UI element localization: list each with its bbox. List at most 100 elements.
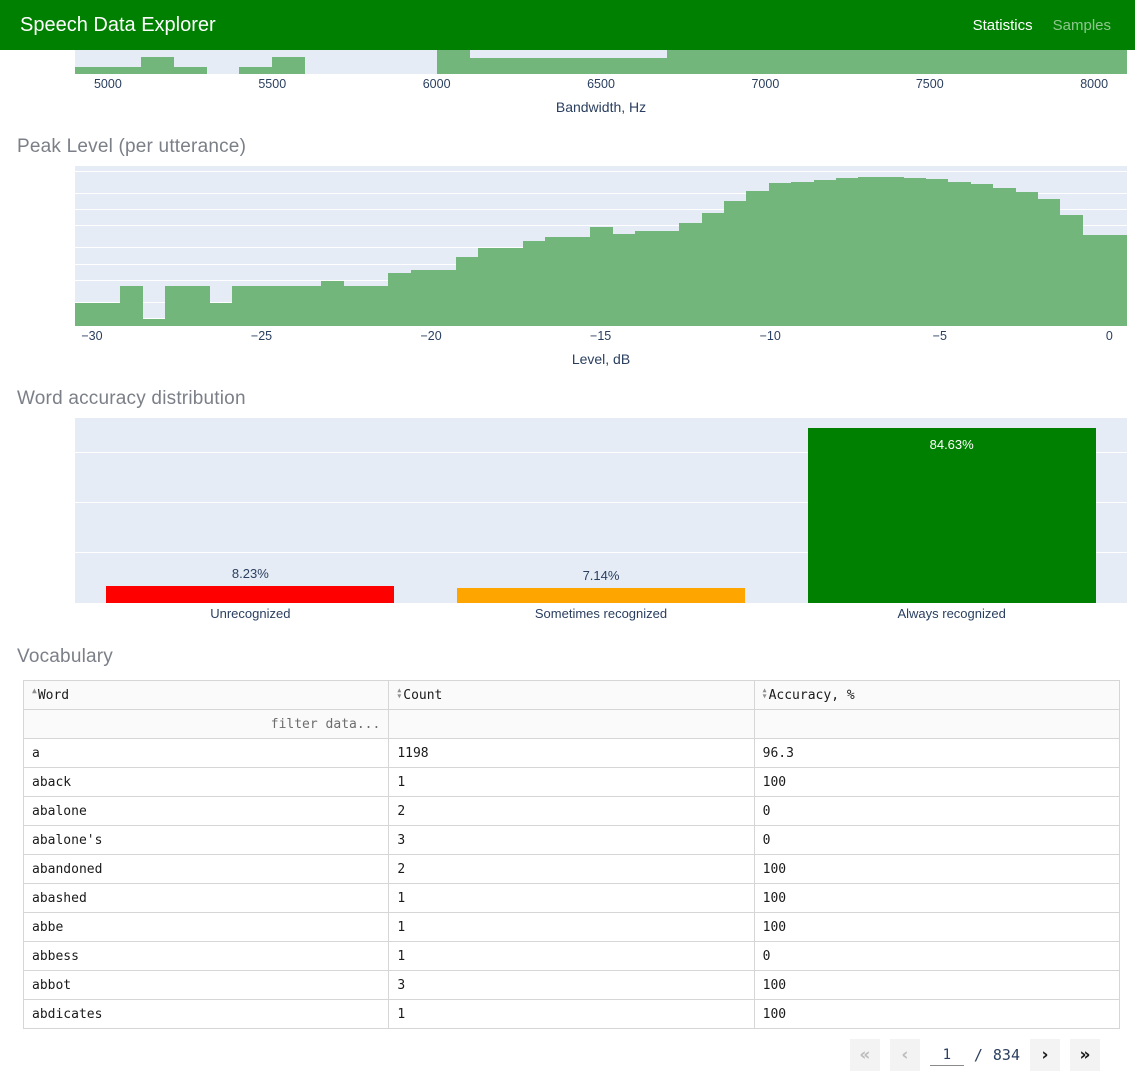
histogram-bar <box>365 286 389 326</box>
count-cell[interactable]: 1 <box>388 912 755 942</box>
word-cell[interactable]: abbess <box>22 941 390 971</box>
histogram-bar <box>612 234 636 326</box>
histogram-bar <box>701 213 725 326</box>
accuracy-cell[interactable]: 100 <box>753 767 1121 797</box>
histogram-bar <box>634 230 658 326</box>
histogram-bar <box>589 227 613 326</box>
histogram-bar <box>1059 215 1083 326</box>
count-cell[interactable]: 1 <box>388 941 755 971</box>
x-tick-label: 5500 <box>258 77 287 91</box>
histogram-bar <box>142 318 166 326</box>
app-title: Speech Data Explorer <box>20 13 216 36</box>
x-tick-label: −10 <box>759 329 781 343</box>
x-tick-label: 7500 <box>915 77 944 91</box>
column-header-count[interactable]: ▲ ▼ Count <box>388 680 755 710</box>
word-cell[interactable]: abbot <box>22 970 390 1000</box>
histogram-bar <box>186 286 210 326</box>
accuracy-cell[interactable]: 100 <box>753 999 1121 1029</box>
next-page-button[interactable]: › <box>1030 1039 1060 1071</box>
bandwidth-histogram-plot[interactable]: 1 <box>75 50 1127 74</box>
vocabulary-section-title: Vocabulary <box>17 646 114 667</box>
category-tick-label: Sometimes recognized <box>534 606 668 621</box>
category-tick-label: Always recognized <box>897 606 1006 621</box>
x-tick-label: −30 <box>81 329 103 343</box>
table-header-row: ▲Word ▲ ▼ Count ▲ ▼ Accuracy, % <box>22 680 1121 710</box>
count-cell[interactable]: 1198 <box>388 738 755 768</box>
bar-percentage-label: 84.63% <box>929 437 974 452</box>
histogram-bar <box>1037 198 1061 326</box>
histogram-bar <box>75 302 98 326</box>
histogram-bar <box>791 181 815 326</box>
accuracy-cell[interactable]: 100 <box>753 970 1121 1000</box>
sort-ascending-icon[interactable]: ▲ <box>32 686 37 695</box>
histogram-bar <box>522 241 546 326</box>
accuracy-bar-always-recognized <box>807 428 1096 603</box>
count-cell[interactable]: 2 <box>388 854 755 884</box>
histogram-bar <box>343 286 367 326</box>
histogram-bar <box>140 57 174 74</box>
accuracy-cell[interactable]: 100 <box>753 854 1121 884</box>
total-pages-label: 834 <box>992 1046 1020 1064</box>
word-cell[interactable]: abbe <box>22 912 390 942</box>
histogram-bar <box>903 178 927 326</box>
first-page-button[interactable]: « <box>849 1039 880 1071</box>
column-header-accuracy[interactable]: ▲ ▼ Accuracy, % <box>753 680 1121 710</box>
word-cell[interactable]: abalone's <box>22 825 390 855</box>
histogram-bar <box>768 183 792 326</box>
count-filter-input[interactable] <box>388 709 755 739</box>
accuracy-cell[interactable]: 0 <box>753 825 1121 855</box>
last-page-button[interactable]: » <box>1070 1039 1100 1071</box>
accuracy-cell[interactable]: 100 <box>753 883 1121 913</box>
current-page-input[interactable] <box>929 1044 964 1066</box>
count-cell[interactable]: 1 <box>388 999 755 1029</box>
word-filter-input[interactable]: filter data... <box>22 709 390 739</box>
word-cell[interactable]: abdicates <box>22 999 390 1029</box>
x-tick-label: −25 <box>250 329 273 343</box>
x-tick-label: 6500 <box>587 77 615 91</box>
sort-icon[interactable]: ▲ ▼ <box>763 686 767 700</box>
nav-statistics[interactable]: Statistics <box>973 17 1033 34</box>
peak-level-histogram-plot[interactable]: count 125102510025 <box>75 166 1127 326</box>
accuracy-cell[interactable]: 100 <box>753 912 1121 942</box>
word-accuracy-category-labels: Unrecognized Sometimes recognized Always r… <box>75 605 1127 625</box>
word-cell[interactable]: abashed <box>22 883 390 913</box>
histogram-bar <box>545 237 568 326</box>
page-separator: / <box>973 1046 983 1064</box>
count-cell[interactable]: 3 <box>388 825 755 855</box>
table-row: abbe 1 100 <box>22 912 1121 942</box>
x-tick-label: −20 <box>420 329 442 343</box>
histogram-bar <box>500 248 524 326</box>
accuracy-cell[interactable]: 96.3 <box>753 738 1121 768</box>
peak-level-x-axis-ticks: −30 −25 −20 −15 −10 −5 0 <box>75 329 1127 345</box>
bar-percentage-label: 8.23% <box>231 565 269 581</box>
histogram-bar <box>321 280 345 326</box>
sort-icon[interactable]: ▲ ▼ <box>397 686 401 700</box>
word-accuracy-bar-chart-plot[interactable]: # words 02000400060008.23%7.14%84.63% <box>75 418 1127 603</box>
x-tick-label: 6000 <box>422 77 451 91</box>
accuracy-filter-input[interactable] <box>753 709 1121 739</box>
count-cell[interactable]: 1 <box>388 883 755 913</box>
histogram-bar <box>724 201 747 326</box>
column-header-accuracy-label: Accuracy, % <box>768 687 855 703</box>
histogram-bar <box>1082 234 1106 326</box>
accuracy-cell[interactable]: 0 <box>753 941 1121 971</box>
count-cell[interactable]: 2 <box>388 796 755 826</box>
word-cell[interactable]: a <box>22 738 390 768</box>
accuracy-cell[interactable]: 0 <box>753 796 1121 826</box>
histogram-bar <box>164 286 188 326</box>
word-cell[interactable]: aback <box>22 767 390 797</box>
count-cell[interactable]: 1 <box>388 767 755 797</box>
word-cell[interactable]: abalone <box>22 796 390 826</box>
word-cell[interactable]: abandoned <box>22 854 390 884</box>
histogram-bar <box>97 302 121 326</box>
nav-samples[interactable]: Samples <box>1053 17 1111 34</box>
column-header-word[interactable]: ▲Word <box>22 680 390 710</box>
x-tick-label: −5 <box>932 329 947 343</box>
histogram-bar <box>75 67 141 74</box>
count-cell[interactable]: 3 <box>388 970 755 1000</box>
bandwidth-x-axis-ticks: 5000 5500 6000 6500 7000 7500 8000 <box>75 77 1127 93</box>
histogram-bar <box>656 230 680 326</box>
histogram-bar <box>992 187 1016 326</box>
histogram-bar <box>455 256 479 326</box>
previous-page-button[interactable]: ‹ <box>889 1039 920 1071</box>
